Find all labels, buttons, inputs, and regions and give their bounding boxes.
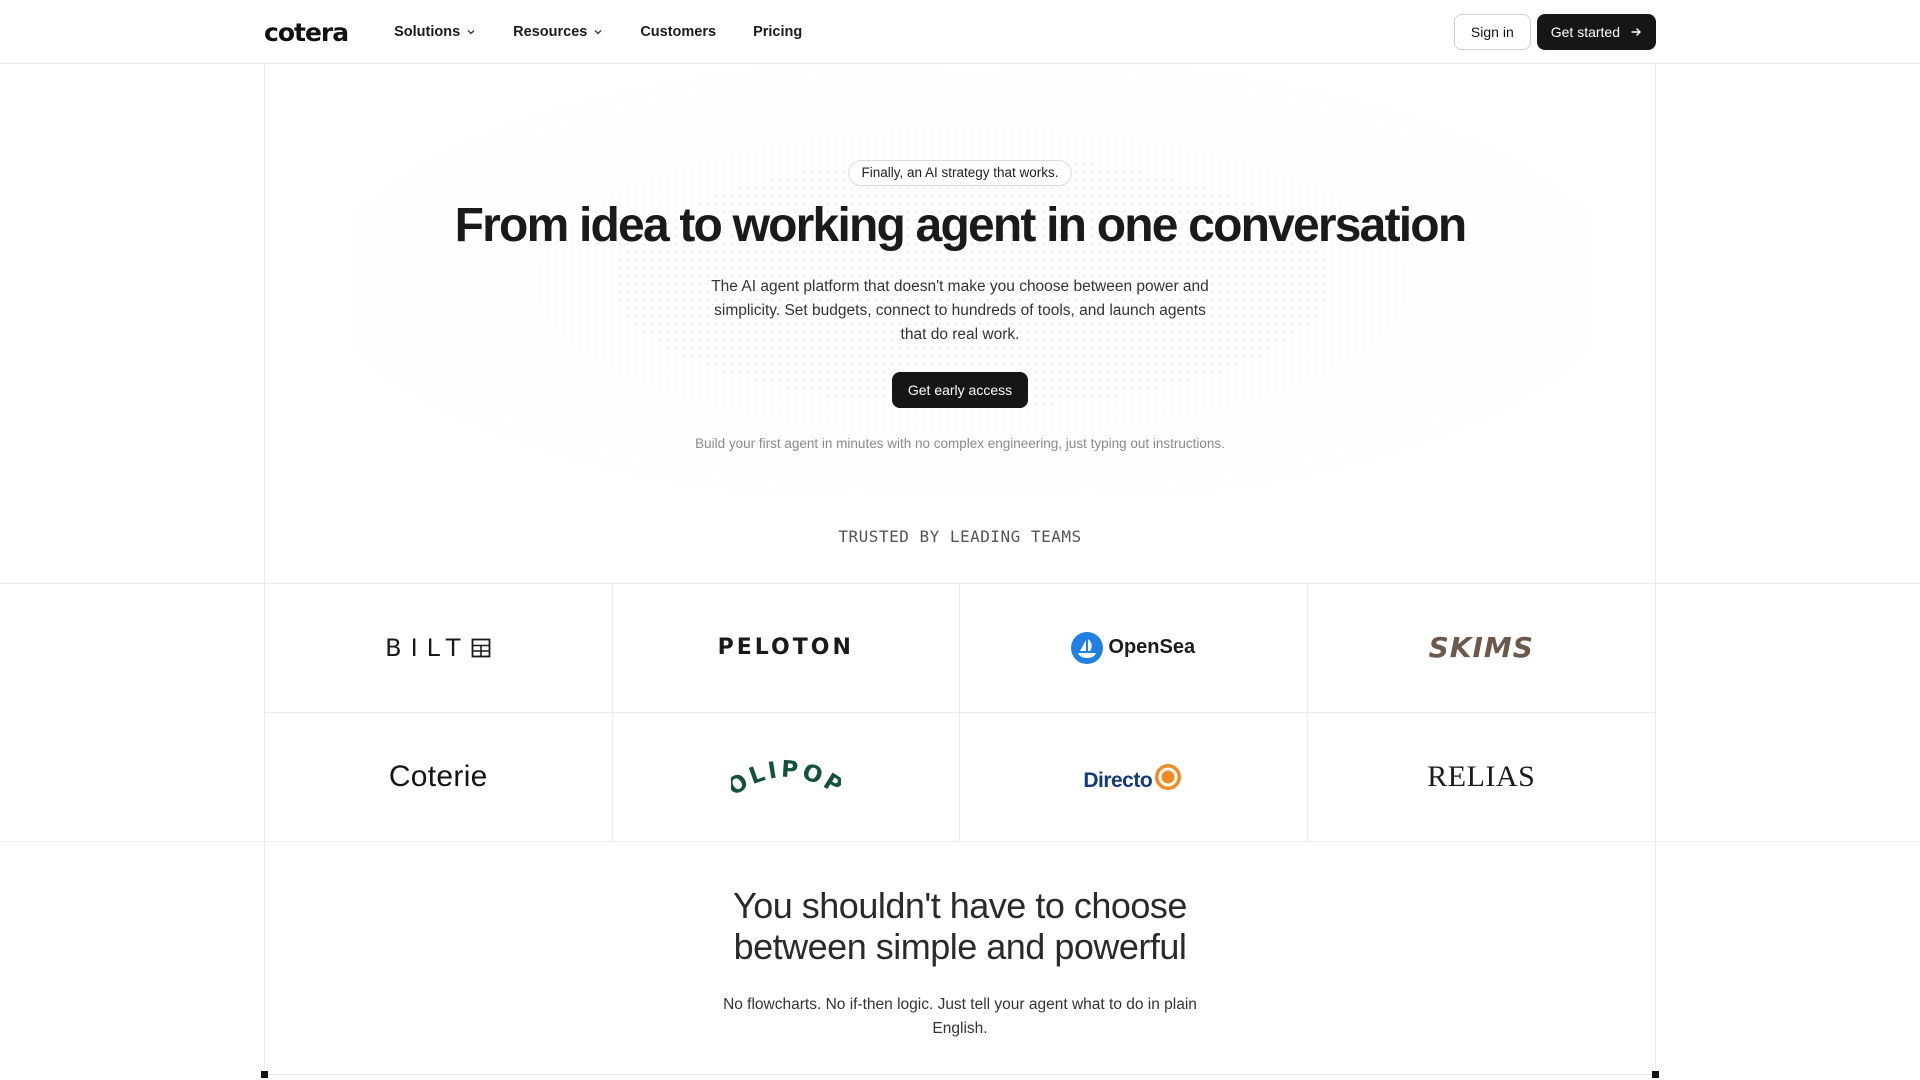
- get-early-access-button[interactable]: Get early access: [891, 371, 1029, 408]
- trusted-heading: TRUSTED BY LEADING TEAMS: [838, 527, 1082, 546]
- nav-solutions[interactable]: Solutions: [394, 24, 476, 40]
- get-started-button[interactable]: Get started: [1536, 14, 1656, 50]
- section-title: You shouldn't have to choose between sim…: [264, 885, 1656, 967]
- bilt-logo-text: BILT: [385, 633, 470, 662]
- section-body: No flowcharts. No if-then logic. Just te…: [723, 996, 1197, 1037]
- bilt-logo: BILT: [385, 634, 491, 662]
- hero-section: Finally, an AI strategy that works. From…: [264, 160, 1656, 451]
- olipop-logo: OLIPOP: [731, 754, 841, 799]
- customer-logo-grid: BILT PELOTON OpenSea SKIMS Coterie OLIPO…: [0, 583, 1920, 842]
- chevron-down-icon: [594, 30, 602, 35]
- nav-actions: Sign in Get started: [1453, 14, 1656, 50]
- logo-grid-inner: BILT PELOTON OpenSea SKIMS Coterie OLIPO…: [264, 584, 1656, 841]
- cotera-logo[interactable]: cotera: [264, 18, 349, 47]
- sign-in-button[interactable]: Sign in: [1453, 14, 1531, 50]
- section-title-line1: You shouldn't have to choose: [733, 885, 1187, 926]
- section-divider: [264, 1074, 1656, 1075]
- chevron-down-icon: [467, 30, 475, 35]
- opensea-ship-icon: [1071, 631, 1104, 664]
- hero-badge: Finally, an AI strategy that works.: [848, 160, 1072, 186]
- nav-customers-label: Customers: [640, 24, 717, 40]
- directo-logo: Directo: [1083, 762, 1183, 792]
- frame-corner-right: [1652, 1071, 1659, 1078]
- nav-pricing-label: Pricing: [753, 24, 803, 40]
- skims-logo: SKIMS: [1428, 631, 1534, 665]
- directo-logo-text: Directo: [1083, 768, 1153, 792]
- section-title-line2: between simple and powerful: [733, 926, 1187, 967]
- opensea-logo: OpenSea: [1071, 631, 1196, 664]
- nav-links: Solutions Resources Customers Pricing: [394, 24, 802, 40]
- logo-cell-bilt: BILT: [265, 584, 613, 713]
- logo-cell-olipop: OLIPOP: [613, 712, 960, 841]
- hero-title: From idea to working agent in one conver…: [454, 199, 1467, 252]
- hero-note: Build your first agent in minutes with n…: [695, 435, 1225, 451]
- nav-resources[interactable]: Resources: [513, 24, 603, 40]
- bilt-building-icon: [471, 638, 491, 658]
- logo-cell-directo: Directo: [960, 712, 1308, 841]
- simple-powerful-section: You shouldn't have to choose between sim…: [264, 885, 1656, 1041]
- logo-cell-opensea: OpenSea: [960, 584, 1308, 713]
- top-nav: cotera Solutions Resources Customers Pri…: [0, 0, 1920, 64]
- frame-corner-left: [261, 1071, 268, 1078]
- coterie-logo: Coterie: [388, 759, 488, 793]
- logo-cell-peloton: PELOTON: [612, 584, 960, 713]
- nav-container: cotera Solutions Resources Customers Pri…: [264, 0, 1656, 64]
- hero-subtitle: The AI agent platform that doesn't make …: [711, 277, 1209, 343]
- nav-customers[interactable]: Customers: [640, 24, 716, 40]
- logo-cell-coterie: Coterie: [265, 712, 613, 841]
- logo-cell-relias: RELIAS: [1308, 713, 1656, 842]
- svg-text:OLIPOP: OLIPOP: [731, 756, 841, 799]
- relias-logo: RELIAS: [1427, 759, 1536, 793]
- olipop-arched-wordmark: OLIPOP: [731, 756, 841, 799]
- logo-cell-skims: SKIMS: [1307, 584, 1655, 713]
- peloton-logo: PELOTON: [717, 635, 854, 661]
- olipop-logo-text: OLIPOP: [731, 756, 841, 799]
- nav-solutions-label: Solutions: [394, 24, 461, 40]
- opensea-logo-text: OpenSea: [1108, 636, 1196, 659]
- nav-resources-label: Resources: [513, 24, 588, 40]
- arrow-right-icon: [1631, 28, 1641, 36]
- get-started-label: Get started: [1550, 24, 1620, 40]
- directo-circle-icon: [1155, 763, 1182, 790]
- nav-pricing[interactable]: Pricing: [753, 24, 802, 40]
